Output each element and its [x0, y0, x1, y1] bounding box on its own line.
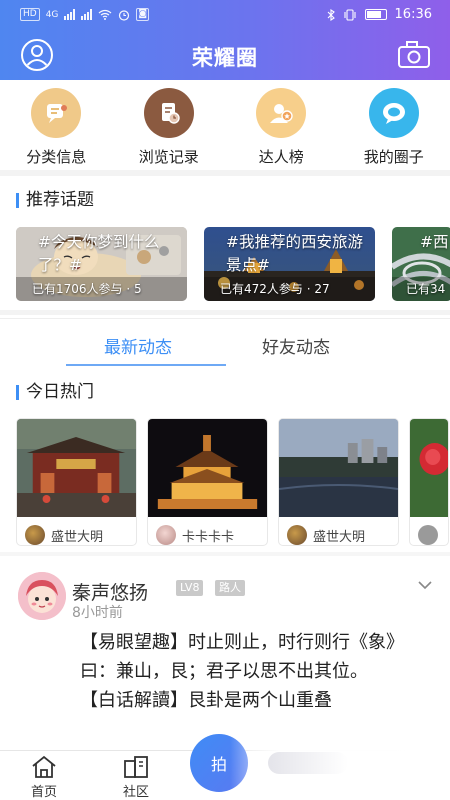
hot-card[interactable]: 盛世大明	[16, 418, 137, 546]
history-icon	[143, 88, 194, 138]
author-name: 盛世大明	[51, 529, 104, 545]
post-time: 8小时前	[72, 605, 123, 621]
topic-text: #西	[420, 233, 449, 251]
topic-card[interactable]: #我推荐的西安旅游景点# 已有472人参与 · 27	[204, 227, 375, 301]
shortcut-history[interactable]: 浏览记录	[113, 86, 226, 166]
feed-tabs: 最新动态 好友动态	[0, 318, 450, 366]
shortcut-my-circle[interactable]: 我的圈子	[338, 86, 450, 166]
hot-card[interactable]: 盛世大明	[278, 418, 399, 546]
hot-author-row: 卡卡卡卡	[148, 521, 267, 545]
nav-home[interactable]: 首页	[14, 755, 74, 800]
camera-icon[interactable]	[396, 38, 432, 72]
app-title: 荣耀圈	[192, 46, 258, 70]
level-badge: LV8	[176, 580, 204, 596]
message-icon	[31, 88, 82, 138]
hd-chip: HD	[20, 8, 40, 21]
wifi-icon	[98, 9, 112, 20]
post-content[interactable]: 【易眼望趣】时止则止，时行则行《象》曰：兼山，艮；君子以思不出其位。 【白话解讀…	[80, 628, 425, 715]
nav-label: 社区	[122, 785, 149, 800]
divider	[0, 552, 450, 556]
post-author[interactable]: 秦声悠扬	[72, 578, 148, 605]
post-paragraph: 【易眼望趣】时止则止，时行则行《象》曰：兼山，艮；君子以思不出其位。	[80, 632, 404, 682]
clock: 16:36	[394, 7, 432, 22]
signal-2-icon	[81, 9, 93, 20]
nav-label: 首页	[30, 785, 57, 800]
home-icon	[32, 755, 56, 778]
hot-author-row: 盛世大明	[279, 521, 398, 545]
hot-title: 今日热门	[16, 382, 94, 402]
shortcut-ranking[interactable]: 达人榜	[225, 86, 338, 166]
avatar[interactable]	[18, 572, 66, 620]
avatar	[287, 525, 307, 545]
fab-overlay	[230, 736, 450, 796]
avatar	[418, 525, 438, 545]
topic-meta: 已有472人参与 · 27	[220, 282, 330, 296]
avatar	[156, 525, 176, 545]
tab-indicator	[66, 364, 226, 366]
circle-icon	[368, 88, 419, 138]
topic-text: #我推荐的西安旅游景点#	[226, 233, 363, 274]
shortcut-label: 我的圈子	[363, 148, 424, 166]
vibrate-icon	[343, 8, 356, 21]
status-left: HD 4G ◙	[20, 8, 150, 21]
tab-friends[interactable]: 好友动态	[262, 333, 330, 358]
post-paragraph: 【白话解讀】艮卦是两个山重叠	[80, 690, 332, 711]
signal-icon	[64, 9, 76, 20]
topic-meta: 已有1706人参与 · 5	[32, 282, 142, 296]
hot-carousel[interactable]: 盛世大明 卡卡卡卡 盛世大明	[16, 418, 450, 548]
shortcut-label: 浏览记录	[138, 148, 199, 166]
hot-card[interactable]	[409, 418, 449, 546]
role-badge: 路人	[215, 580, 245, 596]
community-icon	[124, 756, 148, 778]
bluetooth-icon	[327, 8, 335, 21]
shortcut-label: 达人榜	[258, 148, 304, 166]
topic-card[interactable]: #今天你梦到什么了？# 已有1706人参与 · 5	[16, 227, 187, 301]
status-bar: HD 4G ◙ 16:36	[0, 0, 450, 30]
ranking-icon	[256, 88, 307, 138]
hot-card[interactable]: 卡卡卡卡	[147, 418, 268, 546]
network-label: 4G	[45, 9, 59, 20]
divider	[0, 310, 450, 315]
app-header: HD 4G ◙ 16:36 荣耀圈	[0, 0, 450, 80]
shortcut-category-info[interactable]: 分类信息	[0, 86, 113, 166]
topic-card[interactable]: #西 已有34	[392, 227, 450, 301]
author-name: 盛世大明	[313, 529, 366, 545]
notification-chip: ◙	[136, 8, 150, 21]
screen: HD 4G ◙ 16:36 荣耀圈 分类信息 浏览记录 达人榜 我的圈子 推荐话…	[0, 0, 450, 800]
hot-image	[279, 419, 398, 517]
topic-carousel[interactable]: #今天你梦到什么了？# 已有1706人参与 · 5 #我推荐的西安旅游景点# 已…	[16, 227, 450, 303]
status-right: 16:36	[327, 7, 432, 22]
hot-image	[148, 419, 267, 517]
author-name: 卡卡卡卡	[182, 529, 235, 545]
recommend-title: 推荐话题	[16, 190, 94, 210]
topic-meta: 已有34	[406, 282, 446, 296]
alarm-icon	[119, 9, 130, 21]
tab-latest[interactable]: 最新动态	[104, 333, 172, 358]
hot-image	[410, 419, 448, 517]
avatar	[25, 525, 45, 545]
shortcut-grid: 分类信息 浏览记录 达人榜 我的圈子	[0, 86, 450, 166]
hot-author-row: 盛世大明	[17, 521, 136, 545]
divider	[0, 170, 450, 176]
chevron-down-icon[interactable]	[418, 580, 432, 590]
shortcut-label: 分类信息	[26, 148, 87, 166]
hot-image	[17, 419, 136, 517]
battery-icon	[364, 9, 387, 20]
nav-community[interactable]: 社区	[106, 755, 166, 800]
hot-author-row	[410, 521, 448, 545]
topic-text: #今天你梦到什么了？#	[38, 233, 160, 274]
